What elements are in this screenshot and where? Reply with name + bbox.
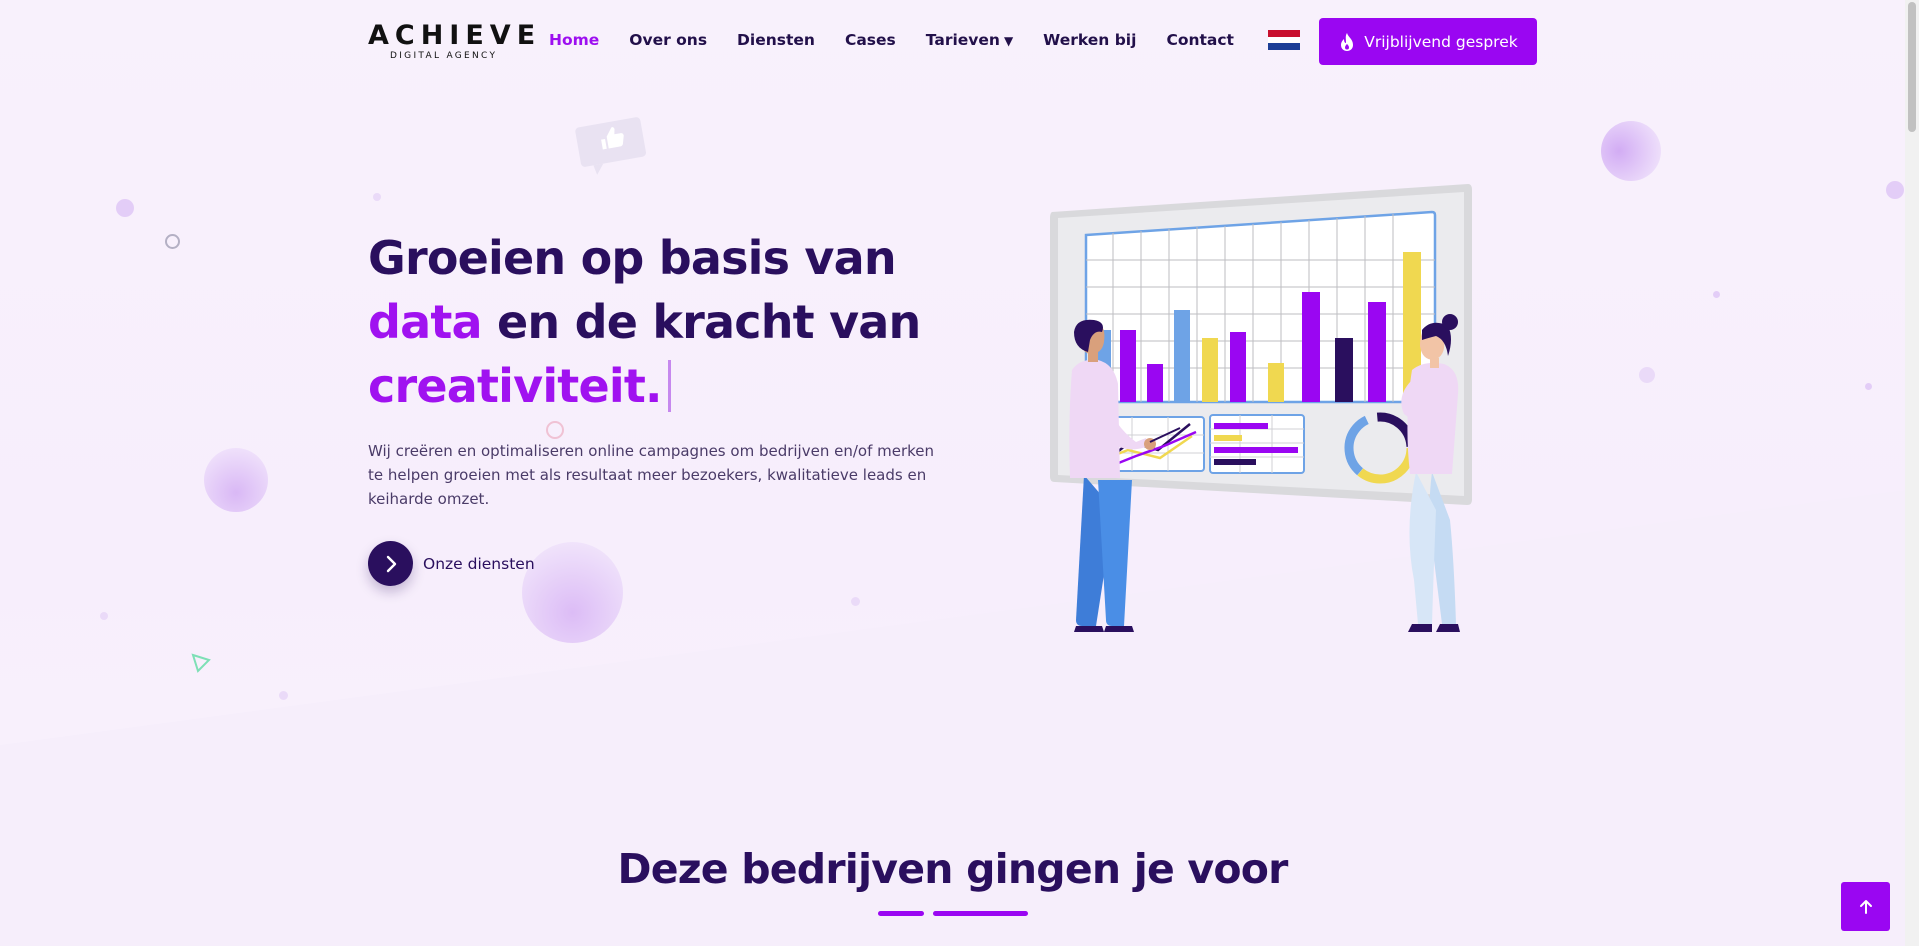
thumbs-up-bubble-icon (575, 117, 646, 175)
main-nav: Home Over ons Diensten Cases Tarieven ▼ W… (549, 30, 1300, 51)
flame-icon (1341, 32, 1354, 51)
flag-stripe-white (1267, 36, 1300, 44)
nav-item-diensten[interactable]: Diensten (737, 31, 815, 49)
nav-item-werken-bij[interactable]: Werken bij (1043, 31, 1136, 49)
nav-item-tarieven-label: Tarieven (925, 31, 1000, 49)
decorative-dot (1639, 367, 1655, 383)
cta-button[interactable]: Vrijblijvend gesprek (1319, 18, 1537, 65)
hero-title-part2: en de kracht van (481, 295, 921, 349)
decorative-bubble (204, 448, 268, 512)
page: ACHIEVE DIGITAL AGENCY Home Over ons Die… (0, 0, 1919, 946)
decorative-dot (100, 612, 108, 620)
arrow-up-icon (1859, 899, 1872, 914)
flag-stripe-red (1267, 30, 1300, 37)
logo-main-text: ACHIEVE (368, 20, 542, 51)
hero-link-label: Onze diensten (423, 554, 535, 573)
flag-nl-icon[interactable] (1267, 30, 1300, 51)
title-underline-short (878, 911, 924, 916)
section-title: Deze bedrijven gingen je voor (617, 845, 1288, 893)
decorative-dot (1713, 291, 1720, 298)
decorative-ring (165, 234, 180, 249)
hero-title: Groeien op basis van data en de kracht v… (368, 226, 928, 418)
logo-sub-text: DIGITAL AGENCY (390, 51, 498, 61)
hero-title-accent-data: data (368, 295, 483, 349)
decorative-bubble (1601, 121, 1661, 181)
site-header: ACHIEVE DIGITAL AGENCY Home Over ons Die… (0, 0, 1905, 84)
back-to-top-button[interactable] (1841, 882, 1890, 931)
decorative-dot (279, 691, 288, 700)
decorative-dot (1865, 383, 1872, 390)
flag-stripe-blue (1267, 43, 1300, 51)
nav-item-over-ons[interactable]: Over ons (629, 31, 707, 49)
hero-title-part1: Groeien op basis van (368, 231, 897, 285)
onze-diensten-link[interactable]: Onze diensten (368, 541, 535, 586)
decorative-triangle (191, 653, 211, 673)
decorative-ring (546, 421, 564, 439)
logo[interactable]: ACHIEVE DIGITAL AGENCY (368, 20, 542, 62)
analytics-illustration (1050, 184, 1472, 632)
cta-button-label: Vrijblijvend gesprek (1364, 32, 1518, 51)
typing-caret (667, 360, 671, 412)
hero-title-accent-creativiteit: creativiteit. (368, 359, 663, 413)
nav-item-contact[interactable]: Contact (1166, 31, 1234, 49)
decorative-dot (1886, 181, 1904, 199)
hero-description: Wij creëren en optimaliseren online camp… (368, 442, 935, 508)
nav-item-cases[interactable]: Cases (845, 31, 896, 49)
scrollbar-thumb[interactable] (1908, 2, 1916, 132)
caret-down-icon: ▼ (1003, 34, 1014, 48)
page-scrollbar[interactable] (1905, 0, 1919, 946)
title-underline-long (933, 911, 1028, 916)
decorative-dot (373, 193, 381, 201)
hero-link-circle (368, 541, 413, 586)
decorative-dot (116, 199, 134, 217)
decorative-dot (851, 597, 860, 606)
decorative-bubble (522, 542, 623, 643)
nav-item-tarieven[interactable]: Tarieven ▼ (926, 31, 1013, 49)
chevron-right-icon (386, 555, 396, 572)
nav-item-home[interactable]: Home (549, 31, 599, 49)
